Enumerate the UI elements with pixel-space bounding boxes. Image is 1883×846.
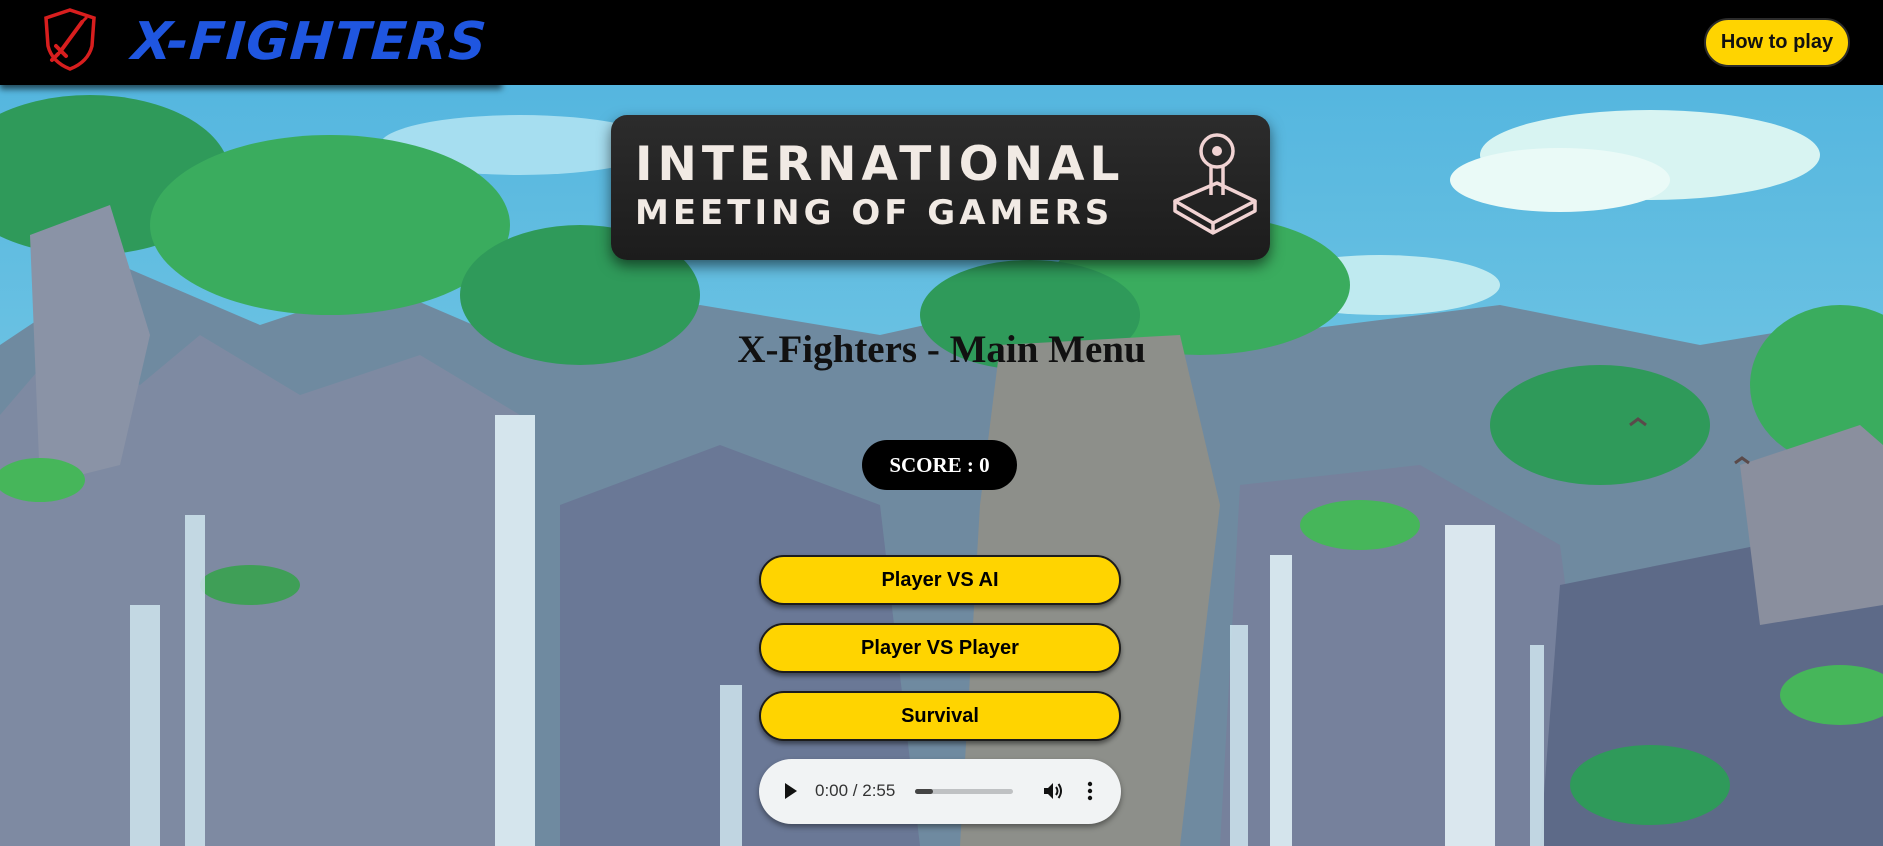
survival-button[interactable]: Survival — [759, 691, 1121, 741]
shield-sword-icon — [44, 8, 96, 71]
audio-progress-slider[interactable] — [915, 789, 1013, 794]
top-navbar: X-FIGHTERS How to play — [0, 0, 1883, 85]
more-options-icon[interactable] — [1085, 779, 1095, 803]
brand-name: X-FIGHTERS — [129, 12, 490, 72]
audio-time: 0:00 / 2:55 — [815, 781, 896, 800]
joystick-icon — [1173, 133, 1257, 235]
score-badge: SCORE : 0 — [862, 440, 1017, 490]
event-banner: INTERNATIONAL MEETING OF GAMERS — [611, 115, 1270, 260]
volume-icon[interactable] — [1041, 779, 1065, 803]
banner-title: INTERNATIONAL — [635, 137, 1125, 192]
audio-player: 0:00 / 2:55 — [759, 759, 1121, 824]
banner-subtitle: MEETING OF GAMERS — [635, 193, 1114, 233]
player-vs-player-button[interactable]: Player VS Player — [759, 623, 1121, 673]
play-icon[interactable] — [783, 781, 799, 801]
page-title: X-Fighters - Main Menu — [737, 328, 1146, 371]
how-to-play-button[interactable]: How to play — [1704, 18, 1850, 67]
player-vs-ai-button[interactable]: Player VS AI — [759, 555, 1121, 605]
brand-logo[interactable]: X-FIGHTERS — [0, 0, 502, 85]
audio-progress-fill — [915, 789, 933, 794]
